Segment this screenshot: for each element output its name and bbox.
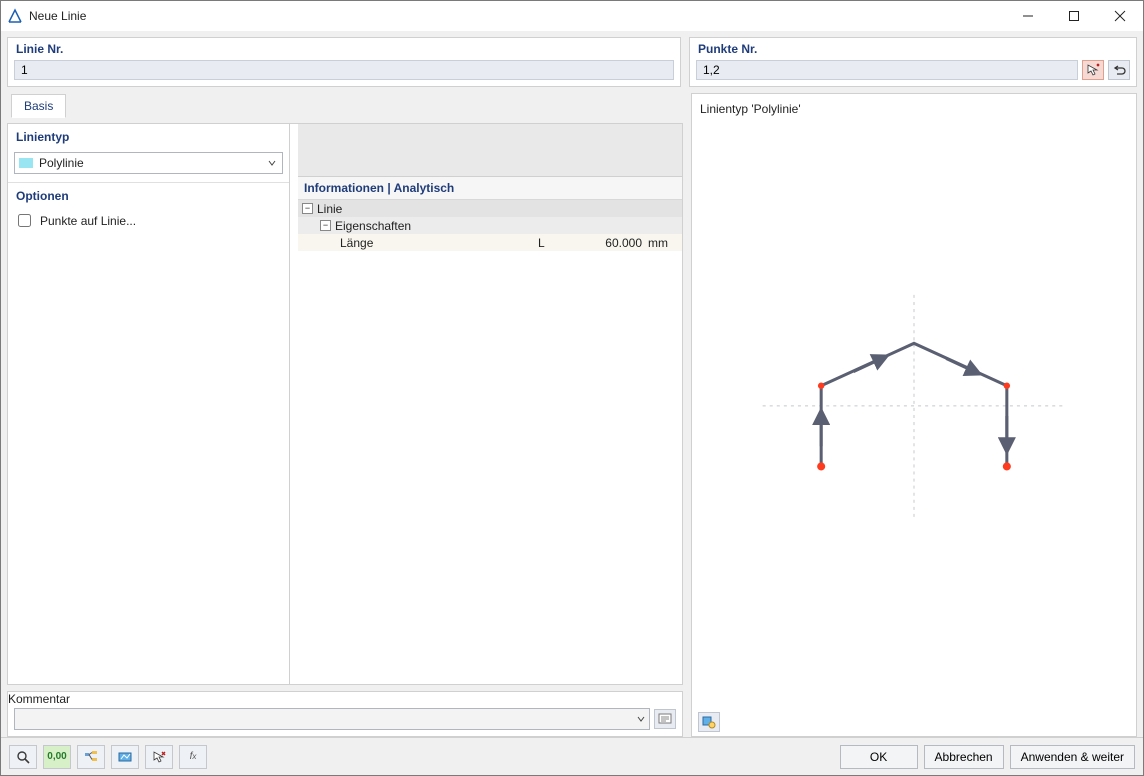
tree-row-eigenschaften[interactable]: − Eigenschaften xyxy=(298,217,682,234)
minimize-button[interactable] xyxy=(1005,1,1051,31)
linetype-header: Linientyp xyxy=(8,124,289,148)
client-area: Linie Nr. Punkte Nr. xyxy=(1,31,1143,737)
info-panel: Informationen | Analytisch − Linie − Eig… xyxy=(298,176,682,684)
points-number-label: Punkte Nr. xyxy=(690,38,1136,58)
chevron-down-icon xyxy=(637,715,645,723)
title-bar: Neue Linie xyxy=(1,1,1143,31)
points-on-line-option[interactable]: Punkte auf Linie... xyxy=(14,211,283,230)
tree-row-linie[interactable]: − Linie xyxy=(298,200,682,217)
info-column: Informationen | Analytisch − Linie − Eig… xyxy=(298,124,682,684)
formula-button[interactable]: fx xyxy=(179,745,207,769)
preview-title: Linientyp 'Polylinie' xyxy=(692,94,1136,124)
comment-header: Kommentar xyxy=(8,692,682,706)
collapse-icon[interactable]: − xyxy=(302,203,313,214)
collapse-icon[interactable]: − xyxy=(320,220,331,231)
units-button[interactable]: 0,00 xyxy=(43,745,71,769)
line-number-label: Linie Nr. xyxy=(8,38,680,58)
points-on-line-checkbox[interactable] xyxy=(18,214,31,227)
help-button[interactable] xyxy=(9,745,37,769)
tree-row-laenge[interactable]: Länge L 60.000 mm xyxy=(298,234,682,251)
preview-canvas xyxy=(692,124,1136,708)
tab-basis[interactable]: Basis xyxy=(11,94,66,118)
ok-button[interactable]: OK xyxy=(840,745,918,769)
comment-panel: Kommentar xyxy=(7,691,683,737)
right-column: Linientyp 'Polylinie' xyxy=(691,93,1137,737)
window-title: Neue Linie xyxy=(29,9,86,23)
preview-settings-button[interactable] xyxy=(698,712,720,732)
properties-column: Linientyp Polylinie Optionen xyxy=(8,124,290,684)
options-section: Optionen Punkte auf Linie... xyxy=(8,183,289,684)
top-row: Linie Nr. Punkte Nr. xyxy=(7,37,1137,87)
chevron-down-icon xyxy=(268,156,278,170)
comment-combo[interactable] xyxy=(14,708,650,730)
close-button[interactable] xyxy=(1097,1,1143,31)
points-number-input[interactable] xyxy=(696,60,1078,80)
linetype-section: Linientyp Polylinie xyxy=(8,124,289,183)
middle-area: Basis Linientyp Polylinie xyxy=(7,93,1137,737)
maximize-button[interactable] xyxy=(1051,1,1097,31)
footer: 0,00 fx OK Abbrechen Anwenden & weiter xyxy=(1,737,1143,775)
apply-continue-button[interactable]: Anwenden & weiter xyxy=(1010,745,1135,769)
linetype-combo[interactable]: Polylinie xyxy=(14,152,283,174)
preview-panel: Linientyp 'Polylinie' xyxy=(691,93,1137,737)
comment-library-button[interactable] xyxy=(654,709,676,729)
left-column: Basis Linientyp Polylinie xyxy=(7,93,683,737)
linetype-swatch-icon xyxy=(19,158,33,168)
info-header: Informationen | Analytisch xyxy=(298,177,682,200)
linetype-value: Polylinie xyxy=(39,156,84,170)
reverse-button[interactable] xyxy=(1108,60,1130,80)
tab-body: Linientyp Polylinie Optionen xyxy=(7,123,683,685)
dialog-window: Neue Linie Linie Nr. Punkte Nr. xyxy=(0,0,1144,776)
tab-strip: Basis xyxy=(7,94,683,118)
line-number-panel: Linie Nr. xyxy=(7,37,681,87)
line-number-input[interactable] xyxy=(14,60,674,80)
app-icon xyxy=(7,8,23,24)
pick-points-button[interactable] xyxy=(1082,60,1104,80)
info-tree: − Linie − Eigenschaften Länge L xyxy=(298,200,682,251)
options-header: Optionen xyxy=(8,183,289,207)
cancel-button[interactable]: Abbrechen xyxy=(924,745,1004,769)
tree-options-button[interactable] xyxy=(77,745,105,769)
points-on-line-label: Punkte auf Linie... xyxy=(40,214,136,228)
points-number-panel: Punkte Nr. xyxy=(689,37,1137,87)
polyline-preview-icon xyxy=(692,124,1136,708)
display-options-button[interactable] xyxy=(111,745,139,769)
clear-pick-button[interactable] xyxy=(145,745,173,769)
